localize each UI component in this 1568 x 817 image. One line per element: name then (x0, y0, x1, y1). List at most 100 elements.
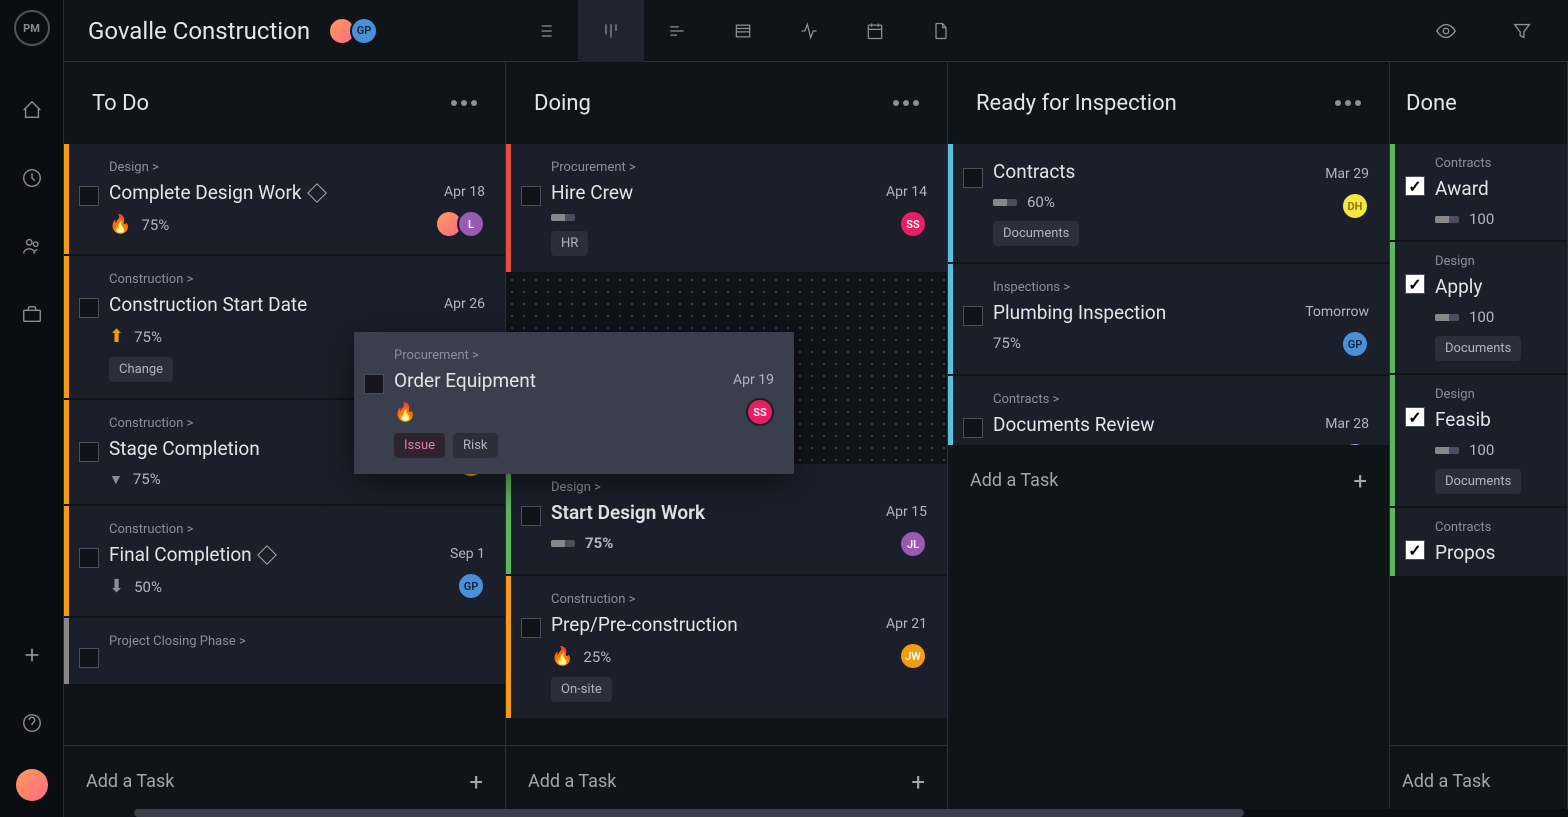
progress-bar-icon (1435, 314, 1459, 321)
task-title: Award (1435, 177, 1567, 200)
task-card[interactable]: Contracts 60% Documents Mar 29 DH (948, 144, 1389, 262)
milestone-icon (307, 183, 327, 203)
task-breadcrumb: Design > (551, 480, 847, 495)
activity-view-icon[interactable] (776, 0, 842, 62)
task-card[interactable]: ✓ Contracts Award 100 (1390, 144, 1567, 240)
task-date: Mar 28 (1325, 416, 1369, 432)
task-title: Order Equipment (394, 369, 694, 392)
add-task-button[interactable]: Add a Task+ (948, 445, 1389, 517)
briefcase-icon[interactable] (10, 292, 54, 336)
column-title: Ready for Inspection (976, 91, 1177, 116)
task-card[interactable]: Design > Complete Design Work 🔥75% Apr 1… (64, 144, 505, 254)
priority-down-icon: ▼ (109, 471, 123, 488)
task-checkbox[interactable] (364, 374, 384, 394)
add-task-button[interactable]: Add a Task+ (64, 745, 505, 817)
assignee-avatar[interactable]: GP (457, 572, 485, 600)
column-done: Done ✓ Contracts Award 100 ✓ D (1390, 62, 1568, 817)
task-checkbox[interactable]: ✓ (1405, 176, 1425, 196)
task-percent: 100 (1469, 210, 1494, 228)
task-card[interactable]: Construction > Prep/Pre-construction 🔥25… (506, 576, 947, 718)
task-percent: 50% (134, 578, 162, 596)
priority-flame-icon: 🔥 (394, 402, 416, 423)
user-avatar[interactable] (16, 769, 48, 801)
assignee-avatar[interactable]: MC (1341, 442, 1369, 445)
task-checkbox[interactable] (79, 548, 99, 568)
horizontal-scrollbar[interactable] (134, 809, 1568, 817)
task-checkbox[interactable] (79, 648, 99, 668)
task-card[interactable]: Design > Start Design Work 75% Apr 15 JL (506, 464, 947, 574)
task-checkbox[interactable] (521, 506, 541, 526)
progress-bar-icon (993, 199, 1017, 206)
task-title: Contracts (993, 160, 1289, 183)
board-view-icon[interactable] (578, 0, 644, 62)
task-tag: On-site (551, 677, 612, 702)
header: Govalle Construction GP (64, 0, 1568, 62)
task-card[interactable]: Contracts > Documents Review DocumentsLe… (948, 376, 1389, 445)
sheet-view-icon[interactable] (710, 0, 776, 62)
task-checkbox[interactable] (963, 418, 983, 438)
column-menu-icon[interactable] (893, 100, 919, 106)
task-checkbox[interactable] (521, 186, 541, 206)
task-checkbox[interactable]: ✓ (1405, 540, 1425, 560)
task-breadcrumb: Project Closing Phase > (109, 634, 485, 649)
assignee-avatar[interactable]: SS (899, 210, 927, 238)
task-card[interactable]: Inspections > Plumbing Inspection 75% To… (948, 264, 1389, 374)
assignee-avatar[interactable]: L (457, 210, 485, 238)
task-card[interactable]: ✓ Contracts Propos (1390, 508, 1567, 576)
assignee-avatar[interactable]: DH (1341, 192, 1369, 220)
calendar-view-icon[interactable] (842, 0, 908, 62)
task-percent: 75% (141, 216, 169, 234)
add-task-button[interactable]: Add a Task (1390, 745, 1567, 817)
task-checkbox[interactable] (521, 618, 541, 638)
task-checkbox[interactable] (963, 306, 983, 326)
task-checkbox[interactable] (79, 298, 99, 318)
task-checkbox[interactable]: ✓ (1405, 274, 1425, 294)
task-card[interactable]: Project Closing Phase > (64, 618, 505, 684)
avatar[interactable]: GP (350, 17, 378, 45)
plus-icon: + (1353, 467, 1367, 495)
kanban-board: To Do Design > Complete Design Work 🔥75%… (64, 62, 1568, 817)
task-tag: Risk (453, 433, 497, 458)
task-card[interactable]: ✓ Design Apply 100 Documents (1390, 242, 1567, 373)
task-date: Apr 21 (886, 616, 927, 632)
column-menu-icon[interactable] (1335, 100, 1361, 106)
task-title: Prep/Pre-construction (551, 613, 847, 636)
task-card[interactable]: Construction > Final Completion ⬇50% Sep… (64, 506, 505, 616)
task-checkbox[interactable] (79, 442, 99, 462)
task-card[interactable]: ✓ Design Feasib 100 Documents (1390, 375, 1567, 506)
task-checkbox[interactable]: ✓ (1405, 407, 1425, 427)
home-icon[interactable] (10, 88, 54, 132)
task-tag: Documents (1435, 336, 1521, 361)
task-title: Hire Crew (551, 181, 847, 204)
visibility-icon[interactable] (1424, 9, 1468, 53)
task-checkbox[interactable] (79, 186, 99, 206)
scrollbar-thumb[interactable] (134, 809, 1244, 817)
project-title[interactable]: Govalle Construction (88, 17, 310, 45)
task-title: Propos (1435, 541, 1567, 564)
filter-icon[interactable] (1500, 9, 1544, 53)
assignee-avatar[interactable]: JL (899, 530, 927, 558)
dragged-task-card[interactable]: Procurement > Order Equipment 🔥 IssueRis… (354, 332, 794, 474)
task-title: Complete Design Work (109, 181, 405, 204)
help-icon[interactable] (10, 701, 54, 745)
progress-bar-icon (1435, 216, 1459, 223)
app-logo[interactable]: PM (14, 10, 50, 46)
gantt-view-icon[interactable] (644, 0, 710, 62)
column-title: Done (1406, 91, 1457, 116)
assignee-avatar[interactable]: SS (746, 398, 774, 426)
task-date: Apr 26 (444, 296, 485, 312)
column-menu-icon[interactable] (451, 100, 477, 106)
column-title: To Do (92, 91, 149, 116)
task-card[interactable]: Procurement > Hire Crew HR Apr 14 SS (506, 144, 947, 272)
files-view-icon[interactable] (908, 0, 974, 62)
task-date: Apr 19 (733, 372, 774, 388)
list-view-icon[interactable] (512, 0, 578, 62)
task-checkbox[interactable] (963, 168, 983, 188)
recent-icon[interactable] (10, 156, 54, 200)
people-icon[interactable] (10, 224, 54, 268)
add-icon[interactable] (10, 633, 54, 677)
project-members[interactable]: GP (328, 17, 372, 45)
assignee-avatar[interactable]: JW (899, 642, 927, 670)
add-task-button[interactable]: Add a Task+ (506, 745, 947, 817)
assignee-avatar[interactable]: GP (1341, 330, 1369, 358)
